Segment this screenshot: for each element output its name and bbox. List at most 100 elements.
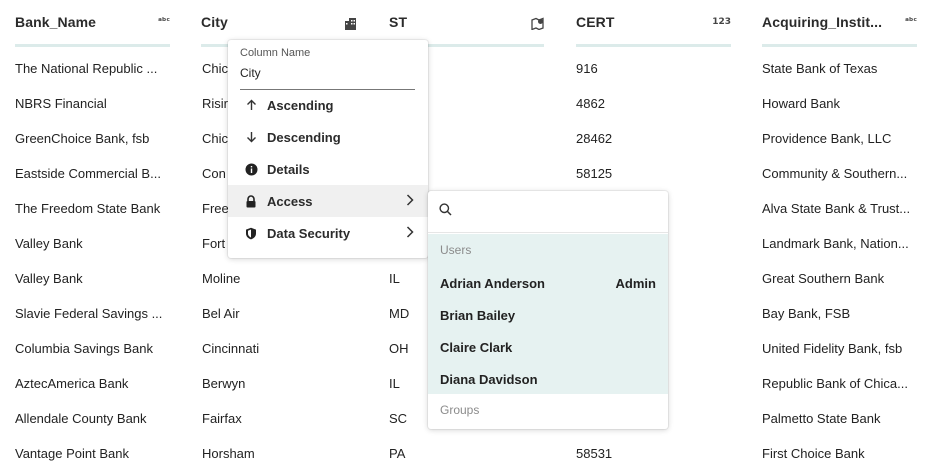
access-search-bar (428, 191, 668, 233)
table-cell-cert: 916 (576, 61, 598, 76)
arrow-up-icon (244, 99, 258, 111)
chevron-right-icon (406, 226, 414, 241)
table-cell-cert: 4862 (576, 96, 605, 111)
table-cell-st: IL (389, 376, 400, 391)
menu-item-details[interactable]: Details (228, 153, 428, 185)
column-header-cert[interactable]: CERT 123 (576, 14, 731, 48)
table-cell-city: Risir (202, 96, 228, 111)
table-cell-acq: Community & Southern... (762, 166, 908, 181)
chevron-right-icon (406, 194, 414, 209)
user-name: Diana Davidson (440, 371, 538, 387)
column-header-bank-name[interactable]: Bank_Name ᵃᵇᶜ (15, 14, 170, 48)
menu-item-label: Details (267, 161, 310, 177)
table-cell-city: Berwyn (202, 376, 246, 391)
column-underline (762, 44, 917, 47)
column-title: ST (389, 14, 408, 30)
table-cell-acq: Great Southern Bank (762, 271, 885, 286)
table-cell-city: Fairfax (202, 411, 242, 426)
table-cell-acq: State Bank of Texas (762, 61, 878, 76)
table-cell-city: Con (202, 166, 226, 181)
table-cell-acq: Alva State Bank & Trust... (762, 201, 911, 216)
user-role-badge: Admin (615, 275, 656, 291)
menu-item-label: Data Security (267, 225, 351, 241)
table-cell-bank: GreenChoice Bank, fsb (15, 131, 150, 146)
table-cell-city: Chic (202, 131, 229, 146)
abc-text-icon: ᵃᵇᶜ (157, 17, 170, 27)
table-cell-st: SC (389, 411, 408, 426)
column-name-field[interactable]: City (240, 66, 415, 90)
table-cell-st: MD (389, 306, 410, 321)
user-item-diana-davidson[interactable]: Diana Davidson (428, 364, 668, 394)
table-cell-acq: Providence Bank, LLC (762, 131, 892, 146)
table-cell-bank: Slavie Federal Savings ... (15, 306, 163, 321)
column-title: CERT (576, 14, 615, 30)
abc-text-icon: ᵃᵇᶜ (904, 17, 917, 27)
table-cell-city: Bel Air (202, 306, 240, 321)
user-name: Adrian Anderson (440, 275, 545, 291)
table-cell-city: Horsham (202, 446, 255, 461)
map-pin-icon (531, 17, 544, 33)
menu-item-ascending[interactable]: Ascending (228, 89, 428, 121)
number-icon: 123 (712, 17, 731, 27)
column-menu: Column Name City Ascending Descending De… (228, 40, 428, 258)
table-cell-city: Free (202, 201, 229, 216)
table-cell-st: PA (389, 446, 406, 461)
menu-item-label: Descending (267, 129, 341, 145)
column-underline (576, 44, 731, 47)
column-underline (15, 44, 170, 47)
user-name: Claire Clark (440, 339, 513, 355)
table-header: Bank_Name ᵃᵇᶜ City ST CERT 123 Acquiring… (0, 0, 925, 48)
table-cell-bank: Vantage Point Bank (15, 446, 129, 461)
table-cell-cert: 58125 (576, 166, 613, 181)
arrow-down-icon (244, 131, 258, 143)
table-cell-bank: The Freedom State Bank (15, 201, 161, 216)
access-submenu: Users Adrian Anderson Admin Brian Bailey… (428, 191, 668, 429)
table-cell-city: Moline (202, 271, 241, 286)
user-item-brian-bailey[interactable]: Brian Bailey (428, 300, 668, 330)
table-cell-acq: Republic Bank of Chica... (762, 376, 908, 391)
menu-item-data-security[interactable]: Data Security (228, 217, 428, 249)
menu-item-access[interactable]: Access (228, 185, 428, 217)
menu-item-label: Ascending (267, 97, 334, 113)
table-cell-cert: 28462 (576, 131, 613, 146)
column-title: Bank_Name (15, 14, 97, 30)
table-cell-city: Cincinnati (202, 341, 260, 356)
column-title: Acquiring_Instit... (762, 14, 883, 30)
menu-item-descending[interactable]: Descending (228, 121, 428, 153)
search-icon (439, 202, 452, 221)
access-user-list: Users Adrian Anderson Admin Brian Bailey… (428, 234, 668, 394)
table-cell-bank: AztecAmerica Bank (15, 376, 129, 391)
info-icon (244, 163, 258, 176)
menu-item-label: Access (267, 193, 313, 209)
table-cell-city: Chic (202, 61, 229, 76)
table-cell-st: IL (389, 271, 400, 286)
table-cell-bank: Valley Bank (15, 236, 83, 251)
table-cell-bank: Valley Bank (15, 271, 83, 286)
city-icon (344, 17, 357, 33)
table-cell-st: OH (389, 341, 409, 356)
column-title: City (201, 14, 228, 30)
table-cell-acq: Howard Bank (762, 96, 841, 111)
access-search-input[interactable] (460, 204, 650, 219)
groups-group-label: Groups (440, 403, 480, 417)
table-cell-acq: United Fidelity Bank, fsb (762, 341, 903, 356)
user-item-claire-clark[interactable]: Claire Clark (428, 332, 668, 362)
table-cell-city: Fort (202, 236, 226, 251)
user-item-adrian-anderson[interactable]: Adrian Anderson Admin (428, 268, 668, 298)
table-cell-bank: Allendale County Bank (15, 411, 147, 426)
table-cell-bank: Eastside Commercial B... (15, 166, 161, 181)
table-cell-cert: 58531 (576, 446, 613, 461)
table-cell-acq: First Choice Bank (762, 446, 865, 461)
users-group-label: Users (440, 243, 472, 257)
lock-icon (244, 194, 258, 208)
table-cell-acq: Landmark Bank, Nation... (762, 236, 909, 251)
shield-icon (244, 227, 258, 240)
column-name-label: Column Name (240, 47, 311, 59)
table-cell-bank: The National Republic ... (15, 61, 158, 76)
table-cell-bank: Columbia Savings Bank (15, 341, 154, 356)
table-cell-acq: Bay Bank, FSB (762, 306, 851, 321)
table-cell-bank: NBRS Financial (15, 96, 107, 111)
table-cell-acq: Palmetto State Bank (762, 411, 881, 426)
column-header-acquiring[interactable]: Acquiring_Instit... ᵃᵇᶜ (762, 14, 917, 48)
user-name: Brian Bailey (440, 307, 516, 323)
